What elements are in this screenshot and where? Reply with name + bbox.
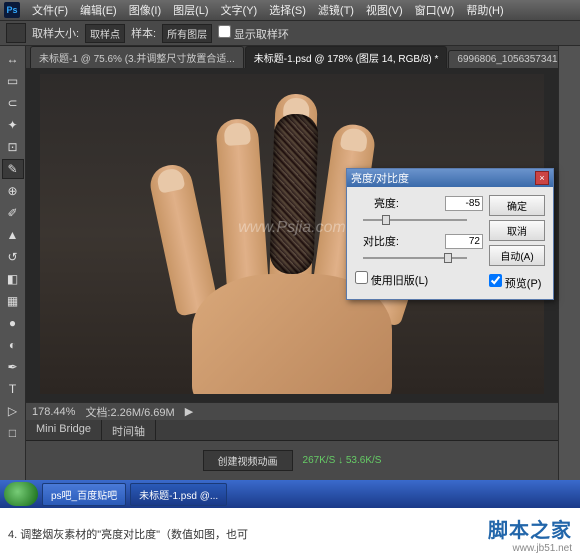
brightness-label: 亮度:: [355, 195, 399, 211]
caption-text: 4. 调整烟灰素材的"亮度对比度"（数值如图，也可: [8, 526, 248, 542]
timeline-area: 创建视频动画 267K/S ↓ 53.6K/S: [26, 440, 558, 480]
contrast-slider[interactable]: [363, 251, 467, 265]
brush-tool[interactable]: ✐: [2, 203, 24, 223]
dialog-title: 亮度/对比度: [351, 170, 409, 186]
brightness-contrast-dialog: 亮度/对比度 × 亮度: 对比度: 使用旧版(L) 确定 取消 自动(A) 预览…: [346, 168, 554, 300]
sample-layers-select[interactable]: 所有图层: [162, 24, 212, 43]
ok-button[interactable]: 确定: [489, 195, 545, 216]
ps-logo: Ps: [4, 2, 20, 18]
eraser-tool[interactable]: ◧: [2, 269, 24, 289]
sample-layers-label: 样本:: [131, 25, 156, 41]
menu-type[interactable]: 文字(Y): [221, 2, 258, 18]
document-tabs: 未标题-1 @ 75.6% (3.并调整尺寸放置合适... 未标题-1.psd …: [26, 46, 558, 68]
menu-edit[interactable]: 编辑(E): [80, 2, 117, 18]
bottom-panels: Mini Bridge 时间轴: [26, 420, 558, 440]
windows-taskbar: ps吧_百度贴吧 未标题-1.psd @...: [0, 480, 580, 508]
shape-tool[interactable]: □: [2, 423, 24, 443]
menu-select[interactable]: 选择(S): [269, 2, 306, 18]
sample-size-select[interactable]: 取样点: [85, 24, 125, 43]
crop-tool[interactable]: ⊡: [2, 137, 24, 157]
stamp-tool[interactable]: ▲: [2, 225, 24, 245]
brightness-slider[interactable]: [363, 213, 467, 227]
show-ring-checkbox[interactable]: 显示取样环: [218, 25, 289, 42]
brightness-input[interactable]: [445, 196, 483, 211]
doc-tab-3[interactable]: 6996806_105635734124_2.jpg @ 143%(RGB/..…: [448, 50, 558, 68]
right-panel-dock[interactable]: [558, 46, 580, 480]
menu-window[interactable]: 窗口(W): [415, 2, 455, 18]
move-tool[interactable]: ↔: [2, 49, 24, 69]
history-brush-tool[interactable]: ↺: [2, 247, 24, 267]
eyedropper-tool[interactable]: ✎: [2, 159, 24, 179]
contrast-label: 对比度:: [355, 233, 399, 249]
menu-file[interactable]: 文件(F): [32, 2, 68, 18]
cancel-button[interactable]: 取消: [489, 220, 545, 241]
dodge-tool[interactable]: ◐: [2, 335, 24, 355]
preview-checkbox[interactable]: 预览(P): [489, 274, 545, 291]
lasso-tool[interactable]: ⊂: [2, 93, 24, 113]
site-watermark: 脚本之家: [488, 514, 572, 543]
image-watermark: www.Psjia.com: [238, 219, 346, 237]
zoom-level[interactable]: 178.44%: [32, 406, 75, 418]
doc-size: 文档:2.26M/6.69M: [85, 404, 174, 420]
create-video-button[interactable]: 创建视频动画: [203, 450, 293, 471]
blur-tool[interactable]: ●: [2, 313, 24, 333]
heal-tool[interactable]: ⊕: [2, 181, 24, 201]
doc-tab-2[interactable]: 未标题-1.psd @ 178% (图层 14, RGB/8) *: [245, 46, 448, 68]
contrast-input[interactable]: [445, 234, 483, 249]
start-button[interactable]: [4, 482, 38, 506]
status-bar: 178.44% 文档:2.26M/6.69M ▶: [26, 402, 558, 420]
path-tool[interactable]: ▷: [2, 401, 24, 421]
menu-help[interactable]: 帮助(H): [466, 2, 503, 18]
gradient-tool[interactable]: ▦: [2, 291, 24, 311]
download-speed: 267K/S ↓ 53.6K/S: [303, 455, 382, 466]
wand-tool[interactable]: ✦: [2, 115, 24, 135]
menu-layer[interactable]: 图层(L): [173, 2, 208, 18]
marquee-tool[interactable]: ▭: [2, 71, 24, 91]
taskbar-item-2[interactable]: 未标题-1.psd @...: [130, 483, 227, 506]
panel-timeline[interactable]: 时间轴: [102, 420, 156, 440]
menu-view[interactable]: 视图(V): [366, 2, 403, 18]
site-url: www.jb51.net: [488, 543, 572, 554]
dialog-titlebar[interactable]: 亮度/对比度 ×: [347, 169, 553, 187]
sample-size-label: 取样大小:: [32, 25, 79, 41]
menu-image[interactable]: 图像(I): [129, 2, 161, 18]
tool-palette: ↔ ▭ ⊂ ✦ ⊡ ✎ ⊕ ✐ ▲ ↺ ◧ ▦ ● ◐ ✒ T ▷ □: [0, 46, 26, 480]
menu-filter[interactable]: 滤镜(T): [318, 2, 354, 18]
taskbar-item-1[interactable]: ps吧_百度贴吧: [42, 483, 126, 506]
auto-button[interactable]: 自动(A): [489, 245, 545, 266]
panel-minibridge[interactable]: Mini Bridge: [26, 420, 102, 440]
pen-tool[interactable]: ✒: [2, 357, 24, 377]
current-tool-icon[interactable]: [6, 23, 26, 43]
doc-tab-1[interactable]: 未标题-1 @ 75.6% (3.并调整尺寸放置合适...: [30, 46, 244, 68]
type-tool[interactable]: T: [2, 379, 24, 399]
options-bar: 取样大小: 取样点 样本: 所有图层 显示取样环: [0, 20, 580, 46]
menu-bar: Ps 文件(F) 编辑(E) 图像(I) 图层(L) 文字(Y) 选择(S) 滤…: [0, 0, 580, 20]
dialog-close-icon[interactable]: ×: [535, 171, 549, 185]
legacy-checkbox[interactable]: 使用旧版(L): [355, 276, 428, 287]
